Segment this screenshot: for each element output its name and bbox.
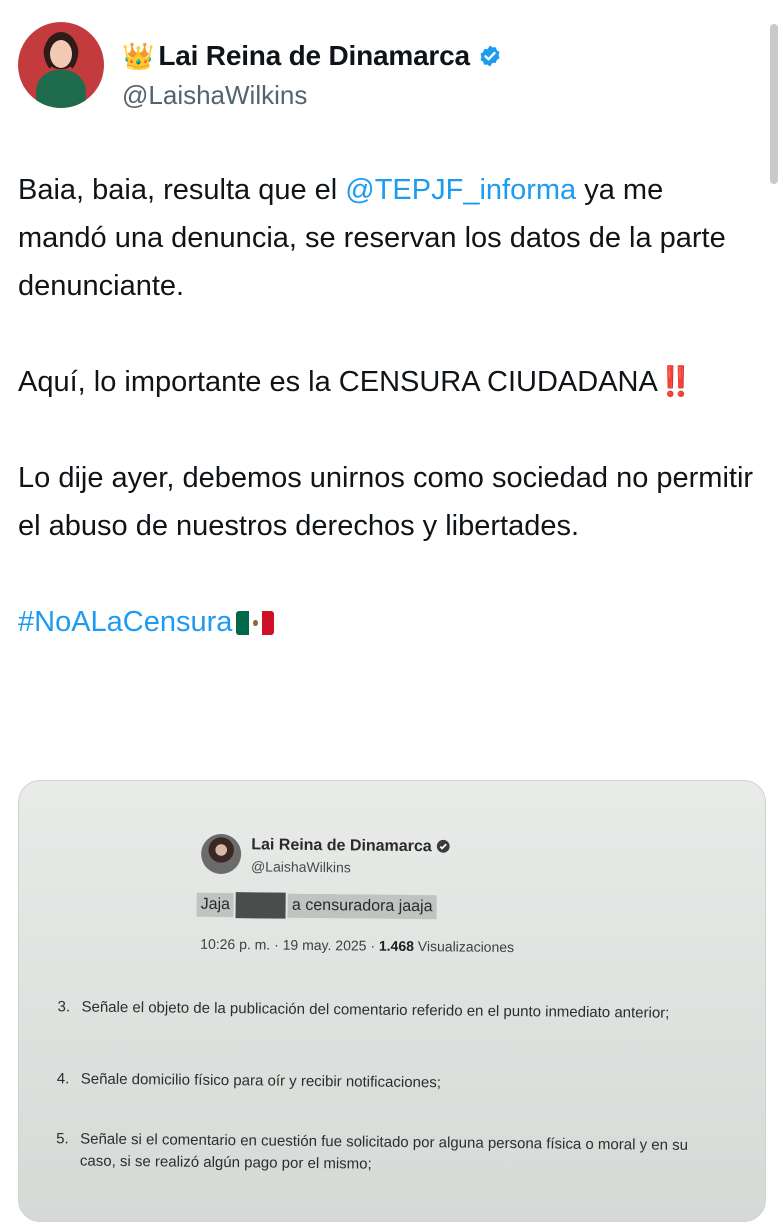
tweet-paragraph-2: Aquí, lo importante es la CENSURA CIUDAD… bbox=[18, 358, 758, 406]
tweet-paragraph-4: #NoALaCensura bbox=[18, 598, 758, 646]
verified-badge-icon bbox=[480, 45, 500, 67]
mention-link[interactable]: @TEPJF_informa bbox=[345, 174, 576, 206]
display-name[interactable]: Lai Reina de Dinamarca bbox=[158, 40, 470, 72]
avatar[interactable] bbox=[18, 22, 104, 108]
crown-emoji-icon: 👑 bbox=[122, 41, 155, 71]
document-verified-badge-icon bbox=[436, 839, 450, 853]
document-avatar bbox=[200, 833, 242, 875]
text-segment: Aquí, lo importante es la CENSURA CIUDAD… bbox=[18, 366, 658, 398]
double-exclamation-icon: ‼️ bbox=[657, 366, 694, 398]
document-display-name: Lai Reina de Dinamarca bbox=[251, 836, 450, 856]
hashtag-link[interactable]: #NoALaCensura bbox=[18, 606, 232, 638]
list-item: 4. Señale domicilio físico para oír y re… bbox=[56, 1070, 442, 1092]
tweet-header: 👑 Lai Reina de Dinamarca @LaishaWilkins bbox=[18, 22, 758, 112]
author-handle[interactable]: @LaishaWilkins bbox=[122, 80, 307, 111]
document-handle: @LaishaWilkins bbox=[250, 858, 351, 876]
post-text-start: Jaja bbox=[196, 892, 235, 918]
mexico-flag-icon bbox=[236, 611, 275, 635]
redaction-box bbox=[235, 892, 287, 919]
list-item: 5. Señale si el comentario en cuestión f… bbox=[56, 1130, 689, 1173]
tweet-body: Baia, baia, resulta que el @TEPJF_inform… bbox=[18, 166, 758, 646]
tweet-paragraph-3: Lo dije ayer, debemos unirnos como socie… bbox=[18, 462, 754, 542]
tweet-paragraph-1: Baia, baia, resulta que el @TEPJF_inform… bbox=[18, 166, 758, 310]
author-name-row[interactable]: 👑 Lai Reina de Dinamarca bbox=[122, 40, 502, 72]
list-item: 3. Señale el objeto de la publicación de… bbox=[57, 998, 670, 1022]
text-segment: Baia, baia, resulta que el bbox=[18, 174, 346, 206]
document-meta: 10:26 p. m. · 19 may. 2025 · 1.468 Visua… bbox=[200, 935, 515, 956]
post-text-end: a censuradora jaaja bbox=[287, 893, 437, 920]
scrollbar[interactable] bbox=[770, 24, 778, 184]
attached-image[interactable]: Lai Reina de Dinamarca @LaishaWilkins Ja… bbox=[18, 780, 766, 1222]
document-photo: Lai Reina de Dinamarca @LaishaWilkins Ja… bbox=[19, 781, 765, 1221]
document-post-text: Jaja a censuradora jaaja bbox=[196, 892, 437, 921]
